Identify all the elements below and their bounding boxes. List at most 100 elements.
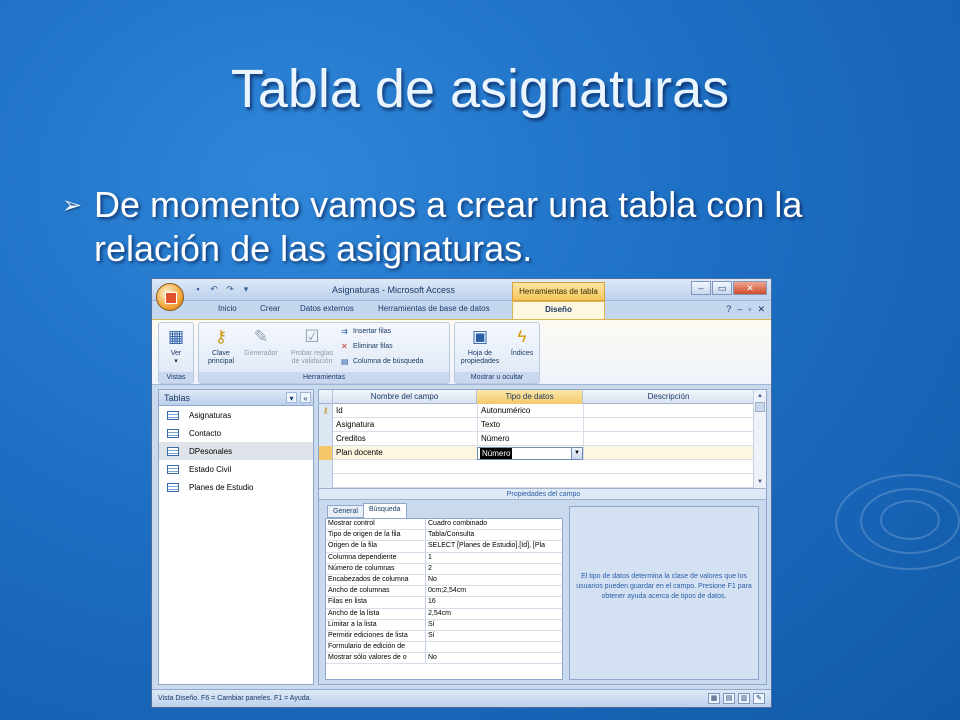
tab-datos-externos[interactable]: Datos externos [300, 304, 354, 313]
table-row[interactable]: Creditos Número [319, 432, 755, 446]
pivot-chart-icon[interactable]: ▥ [738, 693, 750, 704]
help-icon[interactable]: ? [726, 304, 731, 315]
nav-header[interactable]: Tablas ▾ « [159, 390, 313, 406]
clave-principal-button[interactable]: ⚷ Clave principal [203, 326, 239, 366]
property-row[interactable]: Ancho de columnas 0cm;2,54cm [326, 586, 562, 598]
property-value[interactable]: 1 [426, 553, 562, 563]
ribbon-minimize-icon[interactable]: – [737, 304, 742, 315]
select-all-corner[interactable] [319, 390, 333, 404]
redo-icon[interactable]: ↷ [224, 284, 236, 295]
close-icon[interactable]: ✕ [733, 281, 767, 295]
tab-crear[interactable]: Crear [260, 304, 280, 313]
column-header-nombre[interactable]: Nombre del campo [333, 390, 477, 404]
field-description-cell[interactable] [583, 432, 755, 446]
tab-diseno[interactable]: Diseño [512, 301, 605, 319]
scroll-down-icon[interactable]: ▼ [754, 476, 766, 488]
customize-qat-icon[interactable]: ▾ [240, 284, 252, 295]
indices-button[interactable]: ϟ Índices [507, 326, 537, 358]
design-grid-scrollbar[interactable]: ▲ ▼ [753, 390, 766, 488]
field-name-cell[interactable]: Plan docente [333, 446, 477, 460]
save-icon[interactable]: ▪ [192, 284, 204, 295]
generador-button[interactable]: ✎ Generador [241, 326, 281, 358]
field-description-cell[interactable] [583, 446, 755, 460]
table-row[interactable]: Plan docente Número ▼ [319, 446, 755, 460]
nav-collapse-icon[interactable]: « [300, 392, 311, 403]
tab-herramientas-bd[interactable]: Herramientas de base de datos [378, 304, 490, 313]
nav-item[interactable]: Estado Civil [159, 460, 313, 478]
property-value[interactable]: Sí [426, 631, 562, 641]
property-value[interactable]: No [426, 653, 562, 663]
nav-item[interactable]: Asignaturas [159, 406, 313, 424]
current-row-selector[interactable] [319, 446, 333, 460]
property-row[interactable]: Limitar a la lista Sí [326, 619, 562, 631]
nav-item[interactable]: Contacto [159, 424, 313, 442]
property-row[interactable]: Ancho de la lista 2,54cm [326, 608, 562, 620]
nav-item[interactable]: DPesonales [159, 442, 313, 460]
column-header-tipo[interactable]: Tipo de datos [477, 390, 583, 404]
ribbon-close-icon[interactable]: ✕ [757, 304, 765, 315]
pivot-table-icon[interactable]: ▤ [723, 693, 735, 704]
field-type-cell[interactable]: Autonumérico [477, 404, 583, 418]
probar-reglas-button[interactable]: ☑ Probar reglas de validación [285, 326, 339, 366]
property-row[interactable]: Mostrar control Cuadro combinado [326, 519, 562, 531]
ribbon-restore-icon[interactable]: ▫ [748, 304, 751, 315]
property-row[interactable]: Encabezados de columna No [326, 574, 562, 587]
office-button[interactable] [156, 283, 184, 311]
property-row[interactable]: Columna dependiente 1 [326, 552, 562, 564]
table-row[interactable]: ⚷ Id Autonumérico [319, 404, 755, 418]
property-row[interactable]: Origen de la fila SELECT [Planes de Estud… [326, 541, 562, 553]
undo-icon[interactable]: ↶ [208, 284, 220, 295]
row-selector[interactable] [319, 418, 333, 432]
field-type-cell[interactable]: Texto [477, 418, 583, 432]
chevron-down-icon[interactable]: ▼ [571, 448, 582, 459]
maximize-icon[interactable]: ▭ [712, 281, 732, 295]
field-description-cell[interactable] [583, 418, 755, 432]
tab-general[interactable]: General [327, 505, 364, 518]
group-mostrar: ▣ Hoja de propiedades ϟ Índices Mostrar … [454, 322, 540, 384]
property-value[interactable]: Cuadro combinado [426, 519, 562, 529]
property-row[interactable]: Número de columnas 2 [326, 563, 562, 575]
property-row[interactable]: Tipo de origen de la fila Tabla/Consulta [326, 530, 562, 542]
property-value[interactable]: 16 [426, 597, 562, 607]
tab-inicio[interactable]: Inicio [218, 304, 237, 313]
property-value[interactable]: Sí [426, 620, 562, 630]
property-value[interactable]: SELECT [Planes de Estudio].[Id], [Pla [426, 541, 562, 551]
eliminar-label: Eliminar filas [353, 343, 393, 350]
property-value[interactable]: Tabla/Consulta [426, 530, 562, 540]
property-row[interactable]: Permitir ediciones de lista Sí [326, 630, 562, 643]
datasheet-view-icon[interactable]: ▦ [708, 693, 720, 704]
scroll-thumb[interactable] [755, 402, 765, 412]
ver-button[interactable]: ▦ Ver ▾ [162, 326, 190, 366]
eliminar-filas-button[interactable]: ✕ Eliminar filas [341, 342, 393, 351]
nav-dropdown-icon[interactable]: ▾ [286, 392, 297, 403]
field-name-cell[interactable]: Asignatura [333, 418, 477, 432]
data-type-dropdown[interactable]: Número ▼ [477, 447, 583, 460]
property-row[interactable]: Mostrar sólo valores de o No [326, 653, 562, 665]
property-value[interactable]: 2 [426, 564, 562, 574]
field-type-cell[interactable]: Número [477, 432, 583, 446]
field-name-cell[interactable]: Id [333, 404, 477, 418]
minimize-icon[interactable]: – [691, 281, 711, 295]
row-selector[interactable] [319, 460, 333, 474]
columna-busqueda-button[interactable]: ▤ Columna de búsqueda [341, 357, 423, 366]
insertar-filas-button[interactable]: ⇉ Insertar filas [341, 327, 391, 336]
table-row[interactable]: Asignatura Texto [319, 418, 755, 432]
scroll-up-icon[interactable]: ▲ [754, 390, 766, 402]
property-row[interactable]: Filas en lista 16 [326, 597, 562, 609]
table-row[interactable] [319, 474, 755, 488]
property-value[interactable]: 2,54cm [426, 609, 562, 619]
field-name-cell[interactable]: Creditos [333, 432, 477, 446]
nav-item[interactable]: Planes de Estudio [159, 478, 313, 496]
property-value[interactable] [426, 642, 562, 652]
column-header-descripcion[interactable]: Descripción [583, 390, 755, 404]
property-row[interactable]: Formulario de edición de [326, 642, 562, 654]
hoja-propiedades-button[interactable]: ▣ Hoja de propiedades [457, 326, 503, 366]
row-selector[interactable] [319, 474, 333, 488]
property-value[interactable]: 0cm;2,54cm [426, 586, 562, 596]
design-view-icon[interactable]: ✎ [753, 693, 765, 704]
row-selector[interactable] [319, 432, 333, 446]
tab-busqueda[interactable]: Búsqueda [363, 503, 407, 518]
field-description-cell[interactable] [583, 404, 755, 418]
property-value[interactable]: No [426, 575, 562, 585]
table-row[interactable] [319, 460, 755, 474]
